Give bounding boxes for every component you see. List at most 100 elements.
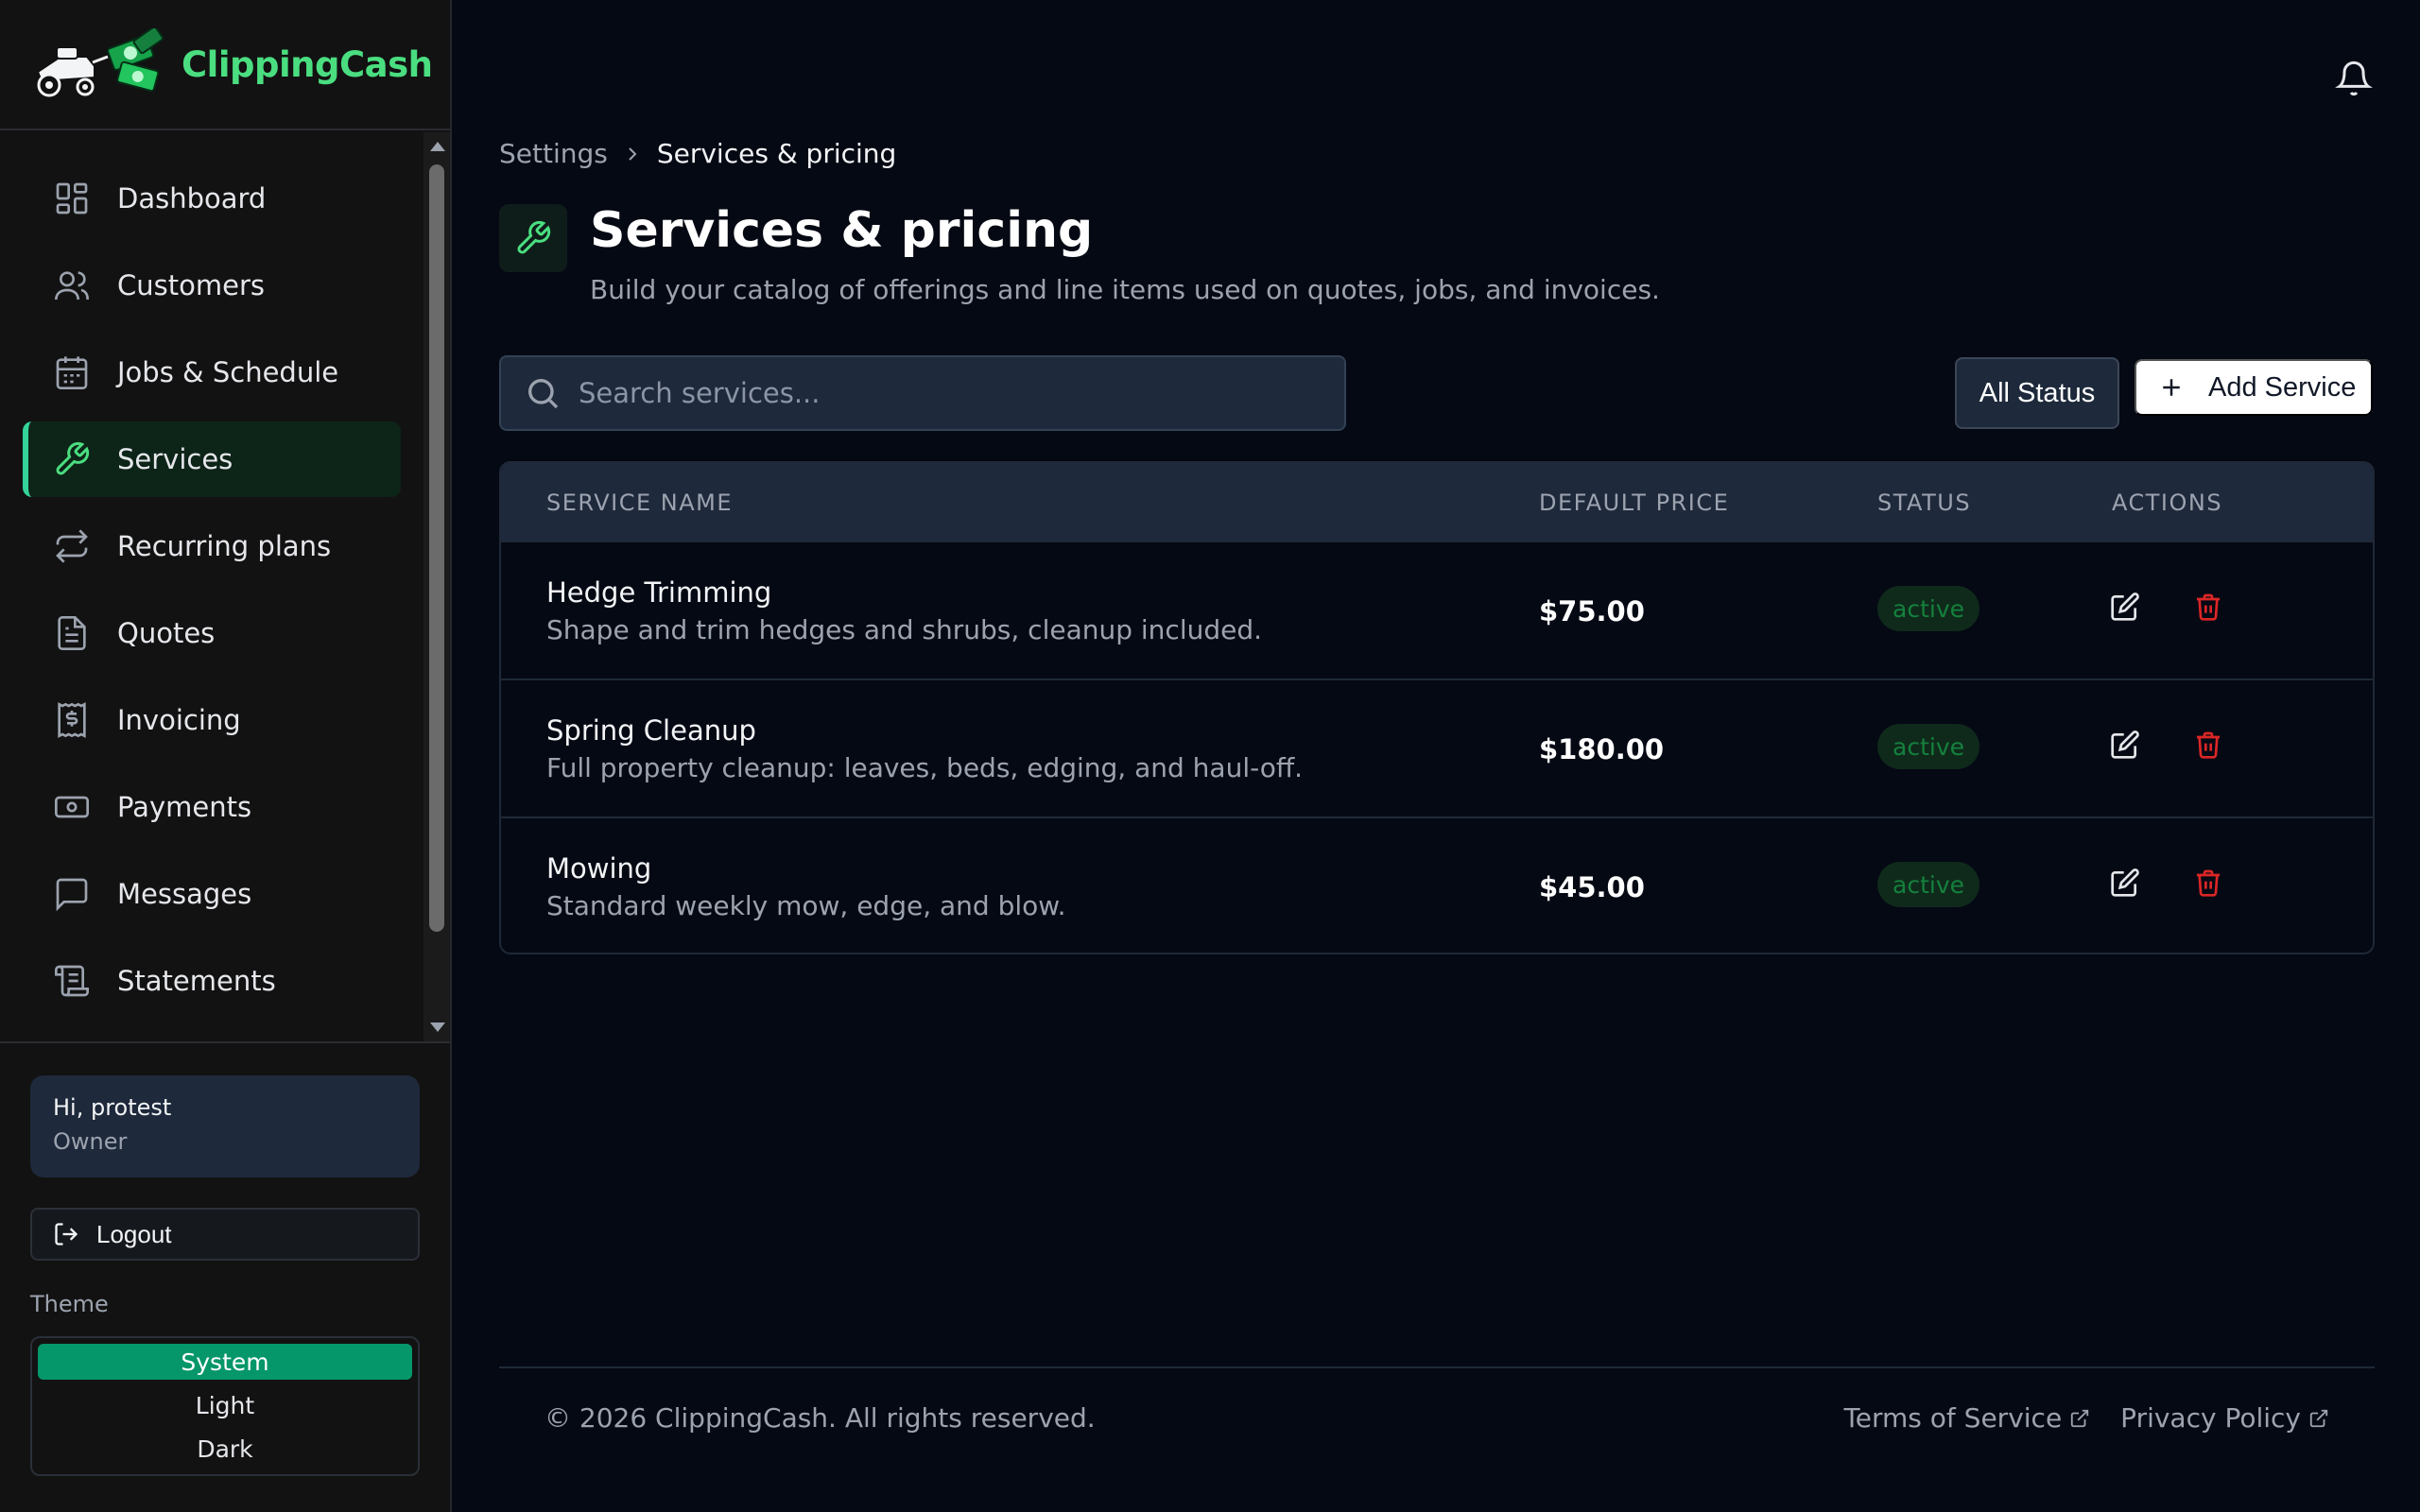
wrench-icon xyxy=(56,441,90,475)
service-description: Shape and trim hedges and shrubs, cleanu… xyxy=(546,614,1263,645)
breadcrumb-current: Services & pricing xyxy=(656,138,897,169)
trash-icon[interactable] xyxy=(2193,868,2223,898)
user-card: Hi, protest Owner xyxy=(30,1075,420,1177)
sidebar-footer: Hi, protest Owner Logout Theme System Li… xyxy=(0,1041,450,1512)
trash-icon[interactable] xyxy=(2193,592,2223,622)
sidebar-scrollbar[interactable] xyxy=(424,132,450,1041)
sidebar-item-label: Services xyxy=(117,443,233,475)
logout-button[interactable]: Logout xyxy=(30,1208,420,1261)
sidebar-item-label: Statements xyxy=(117,965,276,997)
sidebar-item-services[interactable]: Services xyxy=(23,421,401,497)
edit-icon[interactable] xyxy=(2110,868,2140,898)
theme-option-system[interactable]: System xyxy=(38,1344,412,1380)
sidebar: ClippingCash Dashboard Customers Jobs & … xyxy=(0,0,452,1512)
edit-icon[interactable] xyxy=(2110,592,2140,622)
table-row[interactable]: Hedge Trimming Shape and trim hedges and… xyxy=(501,541,2373,679)
sidebar-item-label: Quotes xyxy=(117,617,216,649)
theme-option-light[interactable]: Light xyxy=(38,1387,412,1423)
search-box[interactable] xyxy=(499,355,1346,431)
service-price: $45.00 xyxy=(1539,871,1645,903)
bell-icon[interactable] xyxy=(2335,59,2373,98)
dashboard-icon xyxy=(56,182,88,215)
sidebar-item-recurring-plans[interactable]: Recurring plans xyxy=(23,508,401,584)
external-link-icon xyxy=(2309,1409,2328,1427)
column-header-actions: ACTIONS xyxy=(2112,490,2223,516)
document-icon xyxy=(58,616,86,650)
status-badge: active xyxy=(1877,724,1979,769)
theme-label: Theme xyxy=(30,1291,109,1317)
service-price: $180.00 xyxy=(1539,733,1665,765)
status-filter-button[interactable]: All Status xyxy=(1955,357,2119,429)
sidebar-item-invoicing[interactable]: Invoicing xyxy=(23,682,401,758)
footer: © 2026 ClippingCash. All rights reserved… xyxy=(499,1366,2375,1461)
wrench-icon xyxy=(517,220,551,254)
service-name: Spring Cleanup xyxy=(546,714,756,747)
sidebar-item-label: Dashboard xyxy=(117,182,267,215)
breadcrumb: Settings Services & pricing xyxy=(499,138,896,169)
scroll-down-arrow-icon[interactable] xyxy=(430,1022,445,1032)
sidebar-item-payments[interactable]: Payments xyxy=(23,769,401,845)
sidebar-item-label: Jobs & Schedule xyxy=(117,356,339,388)
sidebar-item-customers[interactable]: Customers xyxy=(23,248,401,323)
sidebar-item-label: Payments xyxy=(117,791,252,823)
sidebar-item-messages[interactable]: Messages xyxy=(23,856,401,932)
table-row[interactable]: Mowing Standard weekly mow, edge, and bl… xyxy=(501,816,2373,953)
search-input[interactable] xyxy=(579,377,1316,409)
services-table: SERVICE NAME DEFAULT PRICE STATUS ACTION… xyxy=(499,461,2375,954)
page-title: Services & pricing xyxy=(590,202,1094,259)
receipt-dollar-icon xyxy=(58,702,86,738)
user-greeting: Hi, protest xyxy=(53,1094,172,1121)
table-row[interactable]: Spring Cleanup Full property cleanup: le… xyxy=(501,679,2373,816)
trash-icon[interactable] xyxy=(2193,730,2223,760)
service-description: Full property cleanup: leaves, beds, edg… xyxy=(546,752,1304,783)
sidebar-item-statements[interactable]: Statements xyxy=(23,943,401,1019)
sidebar-item-label: Customers xyxy=(117,269,265,301)
sidebar-item-label: Invoicing xyxy=(117,704,241,736)
status-badge: active xyxy=(1877,862,1979,907)
privacy-link-label: Privacy Policy xyxy=(2120,1402,2301,1434)
sidebar-item-dashboard[interactable]: Dashboard xyxy=(23,161,401,236)
sidebar-item-quotes[interactable]: Quotes xyxy=(23,595,401,671)
sidebar-item-label: Messages xyxy=(117,878,252,910)
message-icon xyxy=(56,878,88,912)
copyright-text: © 2026 ClippingCash. All rights reserved… xyxy=(544,1402,1096,1434)
brand[interactable]: ClippingCash xyxy=(0,0,450,130)
sidebar-nav: Dashboard Customers Jobs & Schedule Serv… xyxy=(0,132,425,1041)
add-service-label: Add Service xyxy=(2208,371,2357,403)
service-description: Standard weekly mow, edge, and blow. xyxy=(546,890,1066,921)
theme-option-dark[interactable]: Dark xyxy=(38,1431,412,1467)
privacy-policy-link[interactable]: Privacy Policy xyxy=(2120,1402,2329,1434)
lawnmower-money-logo xyxy=(36,28,164,97)
column-header-status: STATUS xyxy=(1877,490,1972,516)
table-header: SERVICE NAME DEFAULT PRICE STATUS ACTION… xyxy=(501,463,2373,541)
sidebar-item-jobs-schedule[interactable]: Jobs & Schedule xyxy=(23,335,401,410)
external-link-icon xyxy=(2071,1409,2089,1427)
page-subtitle: Build your catalog of offerings and line… xyxy=(590,274,1660,305)
breadcrumb-settings[interactable]: Settings xyxy=(499,138,608,169)
terms-link-label: Terms of Service xyxy=(1843,1402,2063,1434)
terms-of-service-link[interactable]: Terms of Service xyxy=(1843,1402,2090,1434)
column-header-default-price: DEFAULT PRICE xyxy=(1539,490,1730,516)
main-content: Settings Services & pricing Services & p… xyxy=(454,0,2420,1512)
logout-icon xyxy=(55,1223,78,1246)
edit-icon[interactable] xyxy=(2110,730,2140,760)
status-filter-label: All Status xyxy=(1979,377,2096,408)
chevron-right-icon xyxy=(629,146,637,161)
users-icon xyxy=(55,271,89,301)
theme-selector: System Light Dark xyxy=(30,1336,420,1476)
footer-links: Terms of Service Privacy Policy xyxy=(1813,1402,2329,1434)
search-icon xyxy=(528,379,559,409)
banknote-icon xyxy=(55,796,89,818)
service-price: $75.00 xyxy=(1539,595,1645,627)
scroll-thumb[interactable] xyxy=(429,164,444,932)
service-name: Hedge Trimming xyxy=(546,576,772,609)
brand-name: ClippingCash xyxy=(182,43,433,85)
plus-icon xyxy=(2163,379,2180,396)
add-service-button[interactable]: Add Service xyxy=(2135,359,2373,416)
user-role: Owner xyxy=(53,1128,128,1155)
scroll-icon xyxy=(55,965,89,997)
logout-label: Logout xyxy=(96,1219,172,1248)
service-name: Mowing xyxy=(546,852,652,885)
status-badge: active xyxy=(1877,586,1979,631)
scroll-up-arrow-icon[interactable] xyxy=(430,142,445,151)
